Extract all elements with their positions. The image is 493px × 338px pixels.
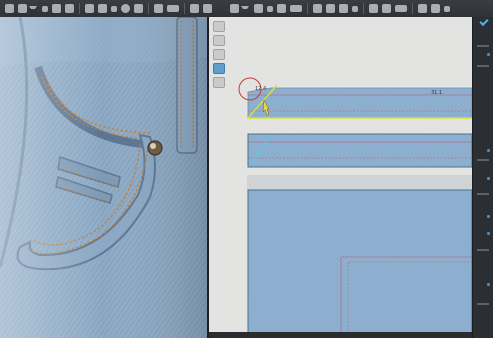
pin-icon[interactable]	[111, 5, 117, 12]
panel-row[interactable]	[477, 249, 489, 251]
main-toolbar	[0, 0, 493, 18]
checkmark-icon[interactable]	[479, 16, 489, 27]
eraser-icon[interactable]	[213, 35, 225, 46]
segment-icon[interactable]	[290, 5, 302, 12]
chevron-down-icon[interactable]	[241, 5, 249, 12]
toolbar-divider	[363, 3, 364, 14]
toolbar-divider	[79, 3, 80, 14]
curve-icon[interactable]	[277, 4, 286, 13]
move-icon[interactable]	[18, 4, 27, 13]
texture-icon[interactable]	[213, 77, 225, 88]
sewing-icon[interactable]	[369, 4, 378, 13]
denim-3d-render	[0, 17, 207, 338]
garment-icon[interactable]	[154, 4, 163, 13]
toolbar-group-3d	[3, 0, 214, 17]
panel-marker-icon	[487, 232, 490, 235]
edit-pattern-icon[interactable]	[230, 4, 239, 13]
fill-icon[interactable]	[213, 63, 225, 74]
panel-row[interactable]	[477, 193, 489, 195]
panel-row[interactable]	[477, 303, 489, 305]
fold-sewing-icon[interactable]	[444, 5, 450, 12]
polygon-icon[interactable]	[313, 4, 322, 13]
panel-marker-icon	[487, 215, 490, 218]
brush-icon[interactable]	[85, 4, 94, 13]
sphere-icon[interactable]	[121, 4, 130, 13]
panel-row[interactable]	[477, 45, 489, 47]
grid-icon[interactable]	[190, 4, 199, 13]
paint-icon[interactable]	[98, 4, 107, 13]
avatar-icon[interactable]	[134, 4, 143, 13]
button-icon[interactable]	[418, 4, 427, 13]
transform-icon[interactable]	[254, 4, 263, 13]
panel-marker-icon	[487, 177, 490, 180]
toolbar-divider	[148, 3, 149, 14]
pattern-piece-panel	[247, 189, 472, 338]
internal-line-icon[interactable]	[339, 4, 348, 13]
layers-icon[interactable]	[167, 5, 179, 12]
status-bar	[209, 332, 472, 338]
lasso-icon[interactable]	[213, 49, 225, 60]
free-sewing-icon[interactable]	[382, 4, 391, 13]
object-browser-panel	[472, 16, 493, 338]
viewport-3d[interactable]	[0, 17, 207, 338]
rotate-icon[interactable]	[42, 5, 48, 12]
dart-icon[interactable]	[352, 5, 358, 12]
offset-icon[interactable]	[431, 4, 440, 13]
pattern-piece-strip	[247, 133, 472, 168]
toolbar-group-2d	[228, 0, 452, 17]
panel-marker-icon	[487, 53, 490, 56]
topstitch-icon[interactable]	[395, 5, 407, 12]
pen-icon[interactable]	[213, 21, 225, 32]
scale-icon[interactable]	[52, 4, 61, 13]
fold-icon[interactable]	[65, 4, 74, 13]
select-icon[interactable]	[5, 4, 14, 13]
panel-row[interactable]	[477, 159, 489, 161]
chevron-down-icon[interactable]	[29, 5, 37, 12]
panel-marker-icon	[487, 149, 490, 152]
rectangle-icon[interactable]	[326, 4, 335, 13]
pattern-canvas	[209, 17, 472, 338]
toolbar-divider	[412, 3, 413, 14]
measure-label-right: 31.1	[431, 90, 443, 96]
panel-marker-icon	[487, 283, 490, 286]
measure-label-left: 12.4	[255, 86, 267, 92]
toolbar-divider	[184, 3, 185, 14]
toolbar-divider	[307, 3, 308, 14]
viewport-2d-pattern[interactable]: 12.4 31.1	[209, 17, 472, 338]
render-icon[interactable]	[203, 4, 212, 13]
shading-overlay	[0, 17, 207, 338]
point-icon[interactable]	[267, 5, 273, 12]
pattern-side-toolbar	[213, 21, 225, 88]
panel-row[interactable]	[477, 65, 489, 67]
